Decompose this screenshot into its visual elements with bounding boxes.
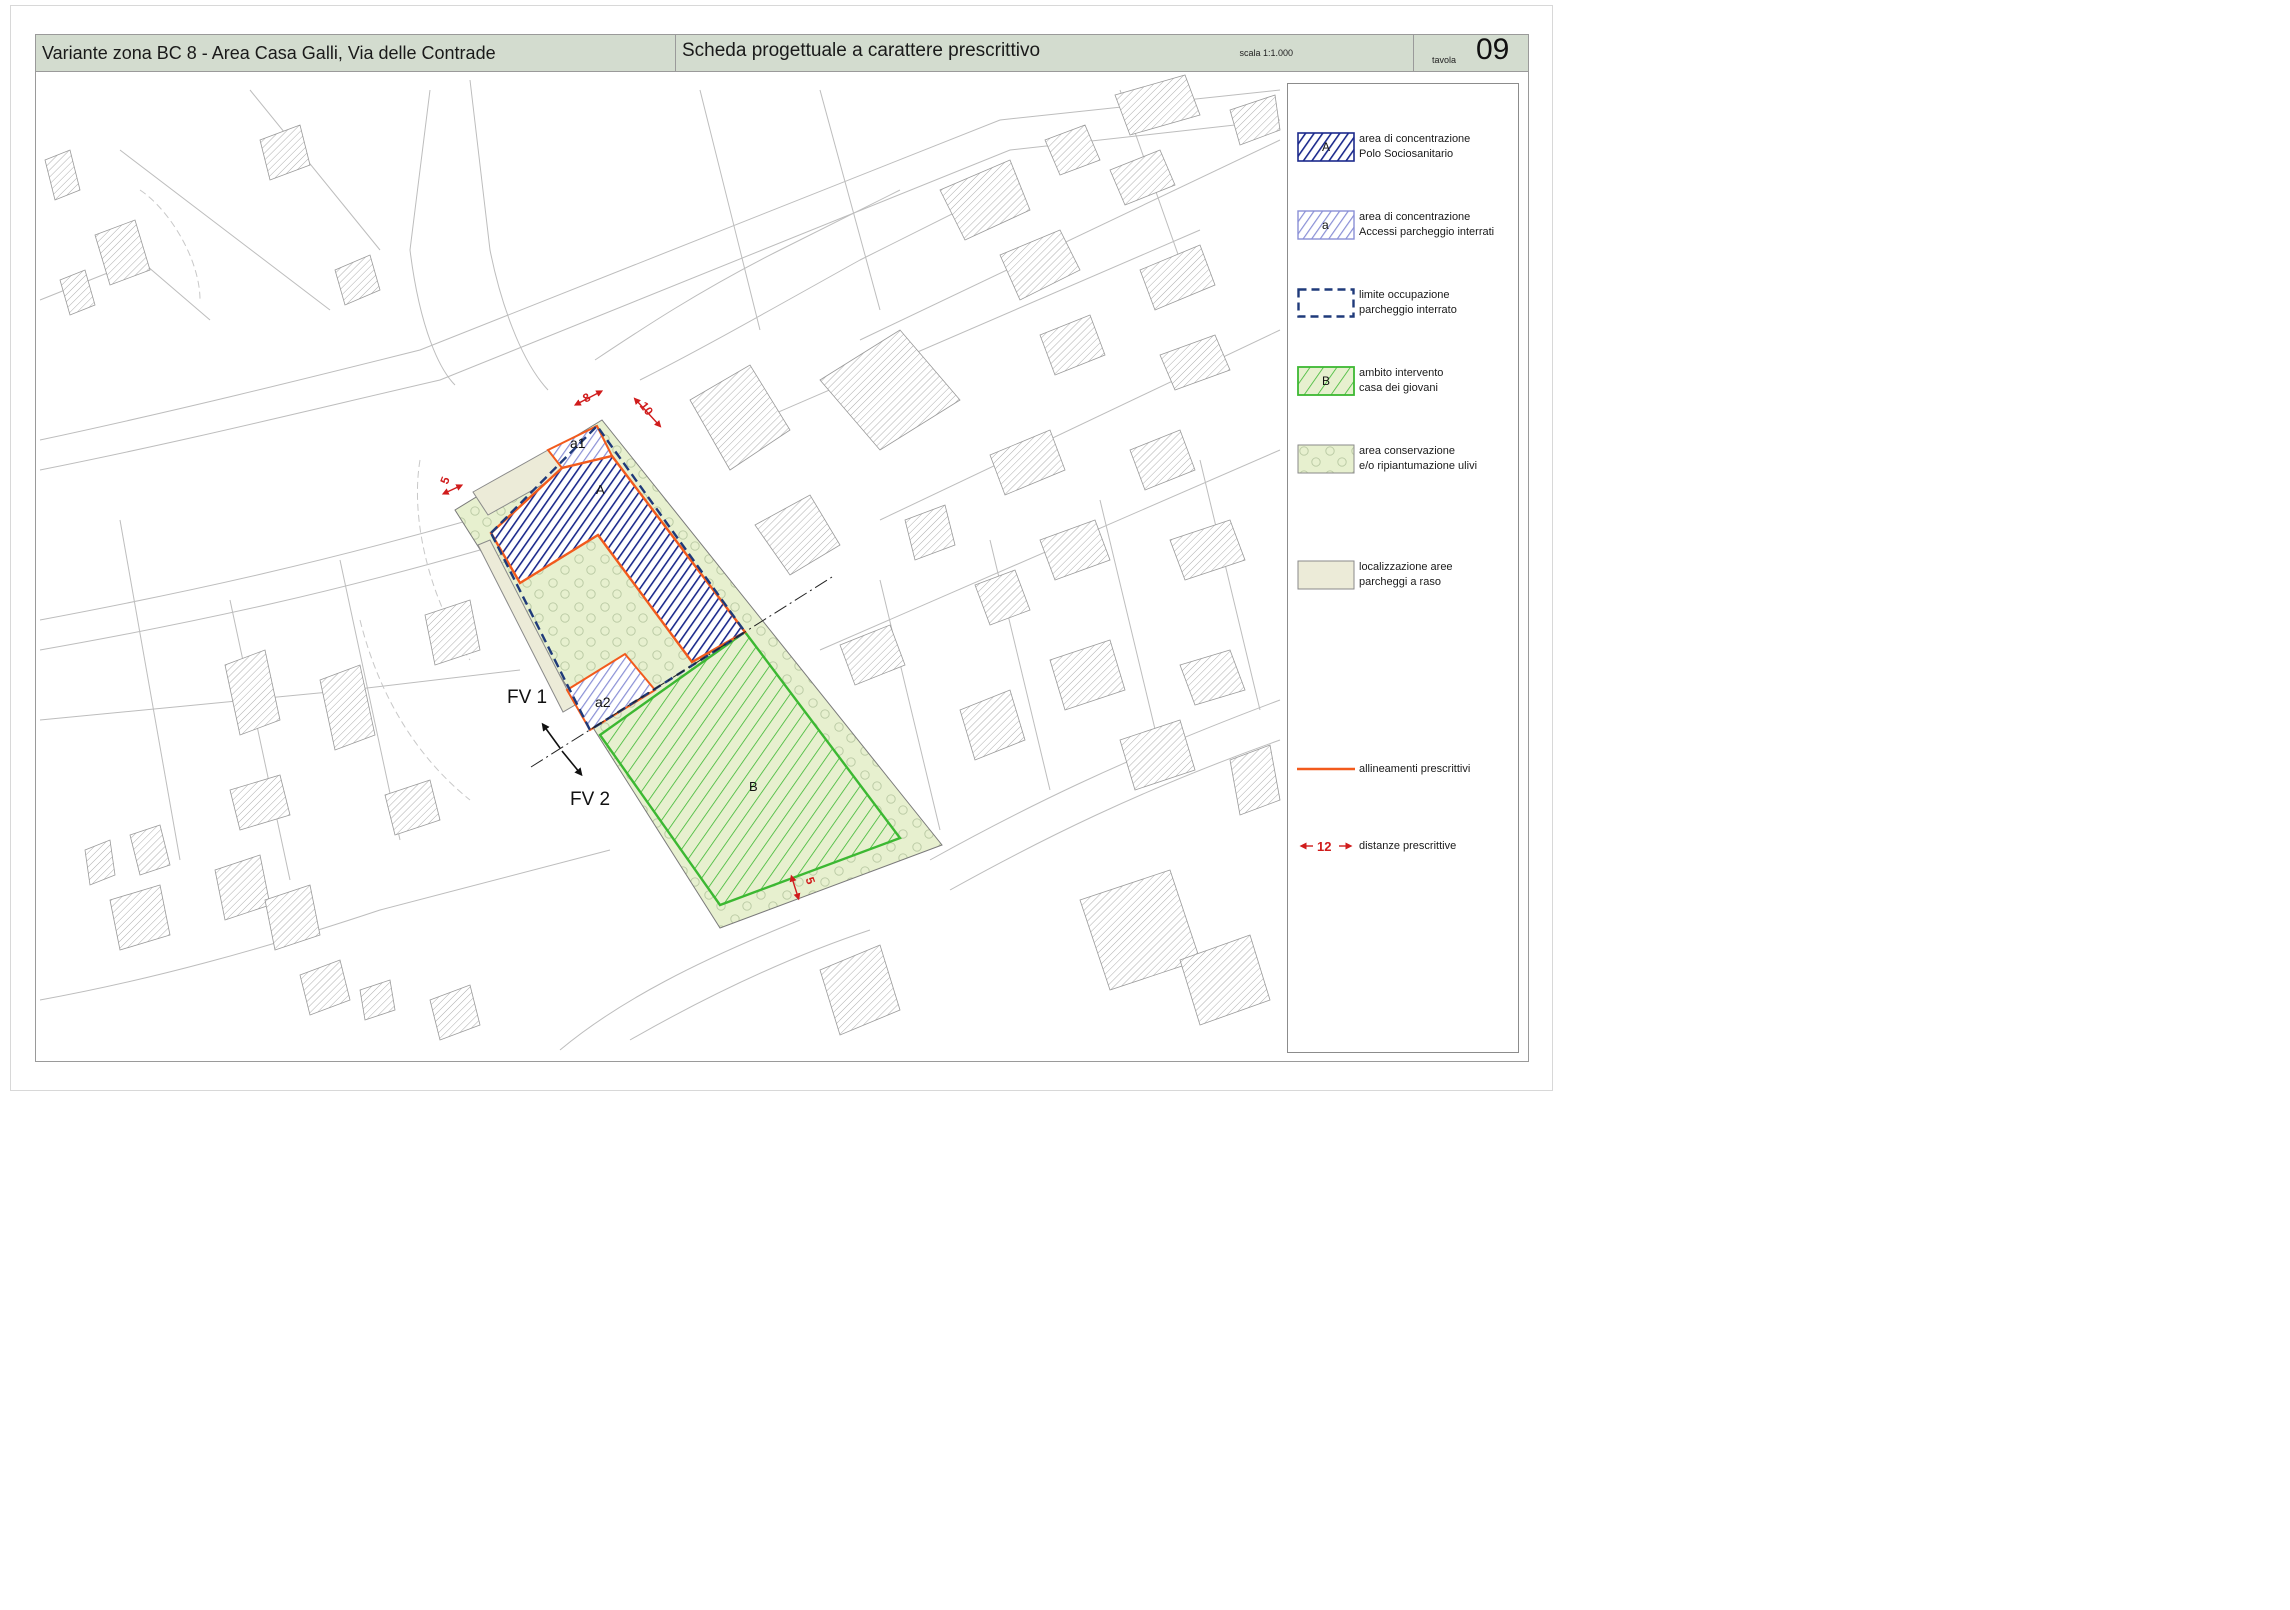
svg-text:12: 12 <box>1317 839 1331 854</box>
legend-item-allineamenti: allineamenti prescrittivi <box>1288 762 1518 802</box>
sheet-subtitle: Scheda progettuale a carattere prescritt… <box>676 35 1414 71</box>
label-area-a1: a1 <box>570 435 586 451</box>
swatch-allineamenti <box>1297 767 1355 771</box>
swatch-limite-occupazione <box>1297 288 1355 318</box>
legend-text-line1: area conservazione <box>1359 445 1456 457</box>
svg-text:a: a <box>1322 218 1329 232</box>
legend-item-distanze: 12 distanze prescrittive <box>1288 839 1518 879</box>
legend-text-line1: area di concentrazione <box>1359 211 1471 223</box>
swatch-casa-giovani: B <box>1297 366 1355 396</box>
distance-8: 8 <box>580 390 593 406</box>
distance-5-left: 5 <box>437 474 453 486</box>
label-area-a2: a2 <box>595 694 611 710</box>
legend-text-line1: limite occupazione <box>1359 289 1450 301</box>
legend-item-parcheggi-raso: localizzazione aree parcheggi a raso <box>1288 560 1518 600</box>
sheet-title: Variante zona BC 8 - Area Casa Galli, Vi… <box>36 35 676 71</box>
legend-item-conservazione-ulivi: area conservazione e/o ripiantumazione u… <box>1288 444 1518 484</box>
label-fv1: FV 1 <box>507 687 547 708</box>
legend-item-limite-occupazione: limite occupazione parcheggio interrato <box>1288 288 1518 328</box>
swatch-parcheggi-raso <box>1297 560 1355 590</box>
legend-text-line1: allineamenti prescrittivi <box>1359 763 1471 775</box>
legend-text-line1: distanze prescrittive <box>1359 840 1457 852</box>
scale-label: scala 1:1.000 <box>1239 48 1293 58</box>
legend-text-line2: parcheggio interrato <box>1359 304 1457 316</box>
legend-item-polo-sociosanitario: A area di concentrazione Polo Sociosanit… <box>1288 132 1518 172</box>
legend-panel: A area di concentrazione Polo Sociosanit… <box>1287 83 1519 1053</box>
base-map-dashed <box>139 189 471 801</box>
legend-text-line2: Accessi parcheggio interrati <box>1359 226 1495 238</box>
legend-text-line2: casa dei giovani <box>1359 382 1438 394</box>
label-area-B: B <box>749 779 758 794</box>
tavola-number: 09 <box>1476 33 1510 66</box>
legend-text-line1: localizzazione aree <box>1359 561 1453 573</box>
site-plan-map: 5 8 10 5 A a1 a2 B FV 1 FV 2 <box>39 74 1281 1051</box>
title-block: Variante zona BC 8 - Area Casa Galli, Vi… <box>35 33 1529 72</box>
svg-text:A: A <box>1322 140 1330 154</box>
legend-text-line2: e/o ripiantumazione ulivi <box>1359 460 1478 472</box>
swatch-accessi-parcheggio: a <box>1297 210 1355 240</box>
svg-text:B: B <box>1322 374 1330 388</box>
legend-text-line2: Polo Sociosanitario <box>1359 148 1454 160</box>
label-fv2: FV 2 <box>570 789 610 810</box>
legend-item-accessi-parcheggio: a area di concentrazione Accessi parcheg… <box>1288 210 1518 250</box>
tavola-cell: tavola 09 <box>1414 33 1528 71</box>
label-area-A: A <box>596 482 605 497</box>
legend-text-line1: ambito intervento <box>1359 367 1444 379</box>
legend-text-line1: area di concentrazione <box>1359 133 1471 145</box>
sheet-subtitle-text: Scheda progettuale a carattere prescritt… <box>682 40 1041 61</box>
legend-item-casa-giovani: B ambito intervento casa dei giovani <box>1288 366 1518 406</box>
legend-text-line2: parcheggi a raso <box>1359 576 1441 588</box>
swatch-distanze: 12 <box>1299 839 1353 854</box>
tavola-label: tavola <box>1432 55 1457 65</box>
swatch-conservazione-ulivi <box>1297 444 1355 474</box>
swatch-polo-sociosanitario: A <box>1297 132 1355 162</box>
distance-10: 10 <box>637 399 656 418</box>
